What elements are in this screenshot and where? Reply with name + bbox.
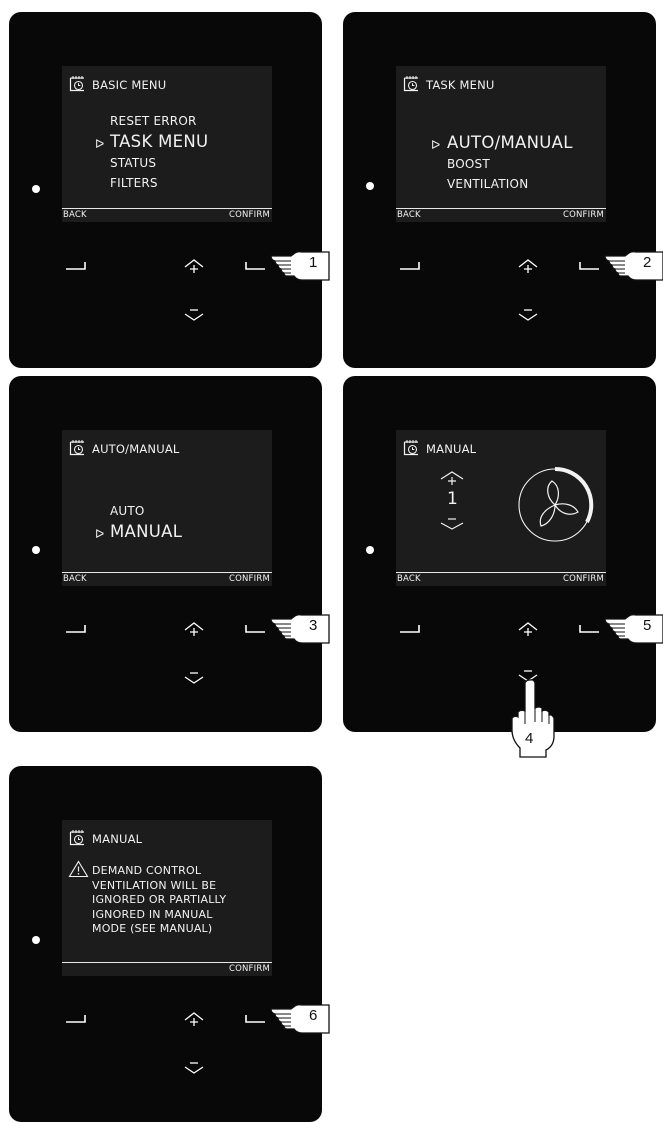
softkey-confirm-label: CONFIRM: [228, 964, 270, 974]
menu-item-auto-manual[interactable]: AUTO/MANUAL: [447, 133, 573, 152]
fan-speed-icon: [518, 466, 594, 542]
softkey-confirm-label: CONFIRM: [562, 574, 604, 584]
status-led: [32, 185, 40, 193]
status-led: [32, 546, 40, 554]
step-number: 5: [643, 617, 652, 634]
softkey-back-label: BACK: [397, 574, 421, 584]
softkey-back-label: BACK: [63, 210, 87, 220]
right-softkey-button[interactable]: [245, 624, 267, 634]
screen-title: AUTO/MANUAL: [92, 442, 180, 456]
pointing-hand-icon: 3: [269, 607, 331, 649]
warning-line: DEMAND CONTROL: [92, 864, 202, 877]
left-softkey-button[interactable]: [65, 1014, 87, 1024]
left-softkey-button[interactable]: [399, 624, 421, 634]
menu-item-status[interactable]: STATUS: [110, 156, 156, 170]
softkey-divider: [396, 572, 606, 573]
status-led: [366, 182, 374, 190]
screen-title: MANUAL: [92, 832, 143, 846]
softkey-back-label: BACK: [63, 574, 87, 584]
control-panel-1: BASIC MENU RESET ERROR ᐅ TASK MENU STATU…: [9, 12, 322, 368]
control-panel-3: AUTO/MANUAL AUTO ᐅ MANUAL BACK CONFIRM: [9, 376, 322, 732]
screen-title: TASK MENU: [426, 78, 495, 92]
status-led: [32, 936, 40, 944]
status-led: [366, 546, 374, 554]
screen-title: BASIC MENU: [92, 78, 167, 92]
pointing-hand-icon: 2: [603, 244, 663, 286]
control-panel-2: TASK MENU ᐅ AUTO/MANUAL BOOST VENTILATIO…: [343, 12, 656, 368]
up-plus-button[interactable]: [517, 257, 539, 275]
menu-item-ventilation[interactable]: VENTILATION: [447, 177, 528, 191]
softkey-divider: [396, 208, 606, 209]
display-screen: AUTO/MANUAL AUTO ᐅ MANUAL BACK CONFIRM: [62, 430, 272, 586]
up-plus-button[interactable]: [183, 257, 205, 275]
right-softkey-button[interactable]: [245, 1014, 267, 1024]
menu-item-boost[interactable]: BOOST: [447, 157, 490, 171]
calendar-clock-icon: [403, 76, 418, 92]
up-plus-button[interactable]: [517, 620, 539, 638]
calendar-clock-icon: [403, 440, 418, 456]
control-panel-4: MANUAL 1 BACK CONFIRM: [343, 376, 656, 732]
level-down-icon[interactable]: [438, 516, 466, 532]
softkey-confirm-label: CONFIRM: [562, 210, 604, 220]
step-number: 3: [309, 617, 318, 634]
warning-triangle-icon: [68, 860, 89, 878]
display-screen: MANUAL DEMAND CONTROL VENTILATION WILL B…: [62, 820, 272, 976]
softkey-divider: [62, 962, 272, 963]
display-screen: BASIC MENU RESET ERROR ᐅ TASK MENU STATU…: [62, 66, 272, 222]
control-panel-5: MANUAL DEMAND CONTROL VENTILATION WILL B…: [9, 766, 322, 1122]
left-softkey-button[interactable]: [65, 624, 87, 634]
menu-item-manual[interactable]: MANUAL: [110, 522, 182, 541]
right-softkey-button[interactable]: [245, 261, 267, 271]
down-minus-button[interactable]: [183, 1060, 205, 1076]
display-screen: TASK MENU ᐅ AUTO/MANUAL BOOST VENTILATIO…: [396, 66, 606, 222]
calendar-clock-icon: [69, 830, 84, 846]
step-number: 2: [643, 254, 652, 271]
menu-item-filters[interactable]: FILTERS: [110, 176, 158, 190]
step-number: 1: [309, 254, 318, 271]
up-plus-button[interactable]: [183, 620, 205, 638]
down-minus-button[interactable]: [183, 307, 205, 323]
down-minus-button[interactable]: [517, 307, 539, 323]
selection-cursor-icon: ᐅ: [431, 138, 441, 152]
right-softkey-button[interactable]: [579, 624, 601, 634]
warning-line: IGNORED OR PARTIALLY: [92, 893, 227, 906]
screen-title: MANUAL: [426, 442, 477, 456]
softkey-divider: [62, 572, 272, 573]
selection-cursor-icon: ᐅ: [95, 137, 105, 151]
selection-cursor-icon: ᐅ: [95, 527, 105, 541]
pressing-hand-icon: 4: [508, 678, 556, 762]
warning-line: MODE (SEE MANUAL): [92, 922, 213, 935]
left-softkey-button[interactable]: [399, 261, 421, 271]
softkey-back-label: BACK: [397, 210, 421, 220]
display-screen: MANUAL 1 BACK CONFIRM: [396, 430, 606, 586]
pointing-hand-icon: 6: [269, 997, 331, 1039]
step-number: 6: [309, 1007, 318, 1024]
softkey-confirm-label: CONFIRM: [228, 210, 270, 220]
warning-line: VENTILATION WILL BE: [92, 878, 217, 892]
fan-level-value: 1: [447, 489, 458, 509]
left-softkey-button[interactable]: [65, 261, 87, 271]
right-softkey-button[interactable]: [579, 261, 601, 271]
warning-message: DEMAND CONTROL VENTILATION WILL BE IGNOR…: [92, 864, 226, 937]
calendar-clock-icon: [69, 440, 84, 456]
up-plus-button[interactable]: [183, 1010, 205, 1028]
pointing-hand-icon: 1: [269, 244, 331, 286]
menu-item-task-menu[interactable]: TASK MENU: [110, 132, 208, 151]
menu-item-auto[interactable]: AUTO: [110, 504, 145, 518]
pointing-hand-icon: 5: [603, 607, 663, 649]
softkey-divider: [62, 208, 272, 209]
level-up-icon[interactable]: [438, 470, 466, 488]
warning-line: IGNORED IN MANUAL: [92, 907, 213, 921]
softkey-confirm-label: CONFIRM: [228, 574, 270, 584]
down-minus-button[interactable]: [183, 670, 205, 686]
calendar-clock-icon: [69, 76, 84, 92]
step-number: 4: [525, 730, 534, 747]
menu-item-reset-error[interactable]: RESET ERROR: [110, 114, 197, 128]
